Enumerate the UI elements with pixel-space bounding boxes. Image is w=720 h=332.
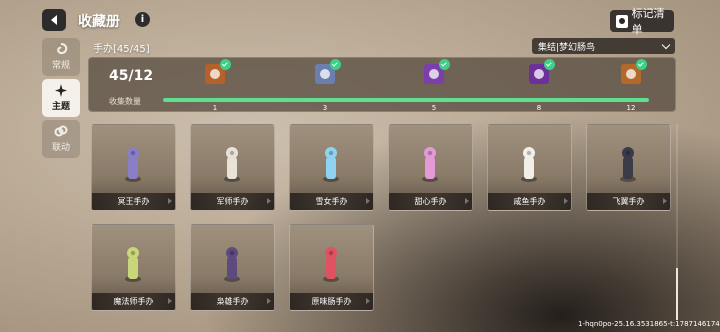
milestone-number: 12 (626, 104, 636, 112)
collection-count-label: 收集数量 (109, 97, 141, 106)
figure-name: 原味肠手办 (290, 293, 373, 310)
progress-track (163, 98, 649, 102)
figure-card[interactable]: 飞翼手办 (586, 124, 671, 211)
mark-list-button[interactable]: 标记清单 (610, 7, 674, 36)
info-button[interactable]: i (135, 12, 150, 27)
section-label: 手办[45/45] (93, 44, 150, 55)
milestone-number: 3 (322, 104, 328, 112)
figure-sausage-icon (323, 247, 339, 282)
figure-fish-icon (521, 147, 537, 182)
check-icon (544, 59, 555, 70)
tab-label: 主题 (51, 102, 70, 112)
check-icon (636, 59, 647, 70)
figure-name: 魔法师手办 (92, 293, 175, 310)
collection-progress-panel: 45/12 收集数量 1 3 5 8 12 (88, 57, 676, 112)
figure-wing-icon (620, 147, 636, 182)
collection-count: 45/12 (109, 68, 154, 84)
check-icon (220, 59, 231, 70)
check-icon (330, 59, 341, 70)
top-bar: 收藏册 i 标记清单 (0, 0, 720, 40)
tab-normal[interactable]: 常规 (42, 38, 80, 76)
figure-card[interactable]: 枭雄手办 (190, 224, 275, 311)
figure-sweet-icon (422, 147, 438, 182)
figure-card[interactable]: 魔法师手办 (91, 224, 176, 311)
milestone-reward[interactable] (621, 59, 647, 84)
figure-dark-icon (224, 247, 240, 282)
figure-name: 雪女手办 (290, 193, 373, 210)
milestone-number: 5 (431, 104, 437, 112)
tab-label: 联动 (51, 143, 70, 153)
figure-name: 咸鱼手办 (488, 193, 571, 210)
figure-white-icon (224, 147, 240, 182)
back-arrow-icon (51, 15, 57, 25)
figure-name: 甜心手办 (389, 193, 472, 210)
figure-name: 冥王手办 (92, 193, 175, 210)
mark-list-icon (616, 14, 628, 28)
figure-card[interactable]: 雪女手办 (289, 124, 374, 211)
figure-mage-icon (125, 247, 141, 282)
milestone-number: 1 (212, 104, 218, 112)
figure-card[interactable]: 原味肠手办 (289, 224, 374, 311)
figure-name: 军师手办 (191, 193, 274, 210)
tab-label: 常规 (51, 61, 70, 71)
figure-name: 飞翼手办 (587, 193, 670, 210)
milestone-number: 8 (536, 104, 542, 112)
milestone-reward[interactable] (205, 59, 231, 84)
figure-card[interactable]: 冥王手办 (91, 124, 176, 211)
tab-theme[interactable]: 主题 (42, 79, 80, 117)
milestone-reward[interactable] (529, 59, 555, 84)
link-icon (54, 125, 68, 137)
swirl-icon (57, 43, 68, 55)
tab-collab[interactable]: 联动 (42, 120, 80, 158)
category-tabs: 常规 主题 联动 (42, 38, 80, 161)
filter-value: 集结|梦幻肠鸟 (538, 42, 596, 53)
chevron-down-icon (661, 40, 671, 50)
figure-name: 枭雄手办 (191, 293, 274, 310)
figure-snow-icon (323, 147, 339, 182)
scrollbar-thumb[interactable] (676, 268, 678, 320)
build-id: 1-hqn0po-25.16.3531865-t:1787146174 (578, 320, 720, 328)
mark-list-label: 标记清单 (631, 7, 665, 36)
back-button[interactable] (42, 9, 66, 31)
sparkle-icon (55, 84, 67, 97)
figure-card[interactable]: 咸鱼手办 (487, 124, 572, 211)
check-icon (439, 59, 450, 70)
figure-card[interactable]: 甜心手办 (388, 124, 473, 211)
figure-card[interactable]: 军师手办 (190, 124, 275, 211)
progress-fill (163, 98, 649, 102)
milestone-reward[interactable] (315, 59, 341, 84)
figure-purple-icon (125, 147, 141, 182)
page-title: 收藏册 (78, 14, 120, 30)
milestone-reward[interactable] (424, 59, 450, 84)
filter-dropdown[interactable]: 集结|梦幻肠鸟 (532, 38, 675, 54)
